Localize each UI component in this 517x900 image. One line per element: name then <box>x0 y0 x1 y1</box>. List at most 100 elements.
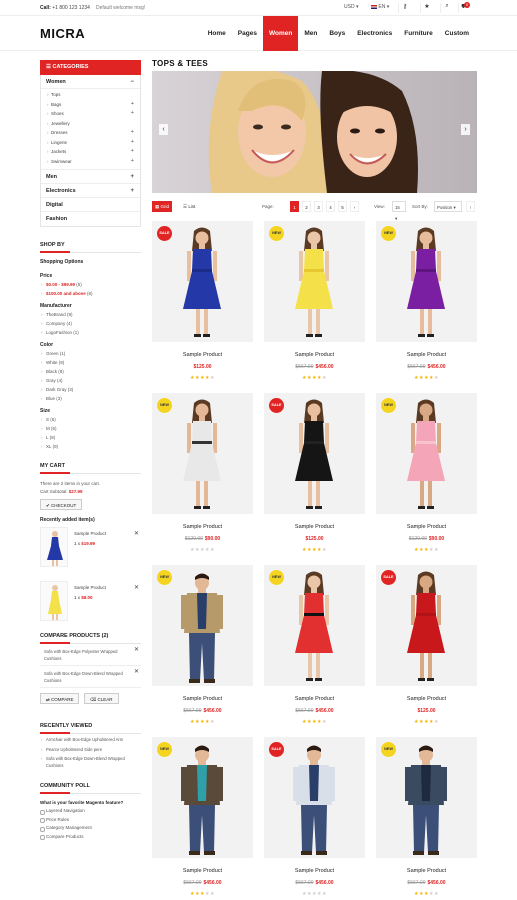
remove-icon[interactable]: ✕ <box>134 584 139 591</box>
recently-viewed-item[interactable]: Armchair with Box-Edge Upholstered Arm <box>40 737 141 744</box>
poll-option[interactable]: Category Management <box>40 824 141 833</box>
product-image-frame[interactable]: NEW <box>264 221 365 342</box>
product-image-frame[interactable]: NEW <box>376 221 477 342</box>
nav-furniture[interactable]: Furniture <box>398 16 439 51</box>
product-card[interactable]: NEW Sample Product $567.00 $456.00 ★★★★★ <box>152 565 253 730</box>
subcategory-item[interactable]: Bags+ <box>41 100 140 110</box>
product-image-frame[interactable]: SALE <box>376 565 477 686</box>
product-image[interactable] <box>401 399 451 514</box>
product-name[interactable]: Sample Product <box>152 524 253 530</box>
plus-icon[interactable]: + <box>131 147 134 157</box>
product-image[interactable] <box>401 571 451 686</box>
category-men[interactable]: Men + <box>41 170 140 184</box>
category-electronics[interactable]: Electronics + <box>41 184 140 198</box>
product-image[interactable] <box>289 571 339 686</box>
product-image[interactable] <box>177 743 227 858</box>
size-option[interactable]: S (6) <box>40 415 141 424</box>
size-option[interactable]: M (6) <box>40 424 141 433</box>
page-button[interactable]: 4 <box>326 201 335 212</box>
size-option[interactable]: L (9) <box>40 433 141 442</box>
product-image[interactable] <box>177 399 227 514</box>
cart-icon[interactable]: ⛟0 <box>458 2 471 13</box>
nav-pages[interactable]: Pages <box>232 16 263 51</box>
product-image[interactable] <box>177 227 227 342</box>
page-button[interactable]: 2 <box>302 201 311 212</box>
currency-select[interactable]: USD ▾ <box>344 4 358 10</box>
plus-icon[interactable]: + <box>131 100 134 110</box>
nav-custom[interactable]: Custom <box>439 16 475 51</box>
color-option[interactable]: Green (1) <box>40 349 141 358</box>
product-name[interactable]: Sample Product <box>376 696 477 702</box>
clear-button[interactable]: ⌫ CLEAR <box>83 693 119 704</box>
star-icon[interactable]: ★ <box>420 3 433 13</box>
manufacturer-option[interactable]: TheBrand (9) <box>40 310 141 319</box>
sort-select[interactable]: Position ▾ <box>434 201 462 212</box>
compare-button[interactable]: ⇄ COMPARE <box>40 693 80 704</box>
list-view-button[interactable]: ☰ List <box>180 201 198 212</box>
page-button[interactable]: 3 <box>314 201 323 212</box>
product-image-frame[interactable]: SALE <box>152 221 253 342</box>
product-image-frame[interactable]: NEW <box>264 565 365 686</box>
plus-icon[interactable]: + <box>131 128 134 138</box>
product-image-frame[interactable]: SALE <box>264 737 365 858</box>
plus-icon[interactable]: + <box>131 138 134 148</box>
color-option[interactable]: White (9) <box>40 358 141 367</box>
key-icon[interactable]: ⚷ <box>398 3 411 13</box>
product-name[interactable]: Sample Product <box>264 868 365 874</box>
recently-viewed-item[interactable]: Pearce Upholstered Side pere <box>40 747 141 754</box>
checkout-button[interactable]: ✔ CHECKOUT <box>40 499 83 510</box>
product-card[interactable]: NEW Sample Product $120.00 $90.00 ★★★★★ <box>152 393 253 558</box>
plus-icon[interactable]: + <box>130 170 134 184</box>
product-card[interactable]: NEW Sample Product $120.00 $90.00 ★★★★★ <box>376 393 477 558</box>
subcategory-item[interactable]: Lingerie+ <box>41 138 140 148</box>
search-icon[interactable]: ⌕ <box>440 3 453 13</box>
subcategory-item[interactable]: Shoes+ <box>41 109 140 119</box>
product-image[interactable] <box>289 227 339 342</box>
product-image[interactable] <box>177 571 227 686</box>
subcategory-item[interactable]: Jewellery <box>41 119 140 129</box>
compare-item[interactable]: Sofa with Box-Edge Down-Blend Wrapped Cu… <box>40 666 141 688</box>
next-page-icon[interactable]: › <box>350 201 359 212</box>
product-card[interactable]: SALE Sample Product $567.00 $456.00 ★★★★★ <box>264 737 365 900</box>
product-card[interactable]: SALE Sample Product $125.00 ★★★★★ <box>152 221 253 386</box>
poll-option[interactable]: Price Rules <box>40 816 141 825</box>
product-thumbnail[interactable] <box>40 527 68 567</box>
product-name[interactable]: Sample Product <box>376 352 477 358</box>
product-card[interactable]: NEW Sample Product $567.00 $456.00 ★★★★★ <box>264 221 365 386</box>
product-name[interactable]: Sample Product <box>152 868 253 874</box>
color-option[interactable]: Blue (3) <box>40 394 141 403</box>
color-option[interactable]: Dark Gray (3) <box>40 385 141 394</box>
product-image[interactable] <box>401 227 451 342</box>
manufacturer-option[interactable]: Company (4) <box>40 319 141 328</box>
subcategory-item[interactable]: Dresses+ <box>41 128 140 138</box>
product-card[interactable]: NEW Sample Product $567.00 $456.00 ★★★★★ <box>376 221 477 386</box>
remove-icon[interactable]: ✕ <box>134 530 139 537</box>
product-card[interactable]: SALE Sample Product $125.00 ★★★★★ <box>264 393 365 558</box>
category-fashion[interactable]: Fashion <box>41 212 140 226</box>
page-button[interactable]: 1 <box>290 201 299 212</box>
product-name[interactable]: Sample Product <box>264 524 365 530</box>
subcategory-item[interactable]: Swimwear+ <box>41 157 140 167</box>
sort-direction-icon[interactable]: ↑ <box>466 201 475 212</box>
product-image[interactable] <box>289 399 339 514</box>
banner-prev-arrow[interactable]: ‹ <box>159 124 168 135</box>
product-image-frame[interactable]: NEW <box>376 737 477 858</box>
size-option[interactable]: XL (9) <box>40 442 141 451</box>
product-image-frame[interactable]: NEW <box>376 393 477 514</box>
product-image-frame[interactable]: NEW <box>152 565 253 686</box>
color-option[interactable]: Gray (4) <box>40 376 141 385</box>
plus-icon[interactable]: + <box>131 157 134 167</box>
nav-home[interactable]: Home <box>202 16 232 51</box>
product-image-frame[interactable]: NEW <box>152 393 253 514</box>
mini-item-name[interactable]: Sample Product <box>74 585 106 590</box>
product-image-frame[interactable]: NEW <box>152 737 253 858</box>
product-name[interactable]: Sample Product <box>376 524 477 530</box>
banner-next-arrow[interactable]: › <box>461 124 470 135</box>
price-filter-option[interactable]: $100.00 and above (6) <box>40 289 141 298</box>
nav-men[interactable]: Men <box>298 16 323 51</box>
poll-option[interactable]: Compare Products <box>40 833 141 842</box>
minus-icon[interactable]: − <box>130 75 134 89</box>
product-card[interactable]: NEW Sample Product $567.00 $456.00 ★★★★★ <box>152 737 253 900</box>
plus-icon[interactable]: + <box>131 109 134 119</box>
language-select[interactable]: EN ▾ <box>371 4 389 10</box>
